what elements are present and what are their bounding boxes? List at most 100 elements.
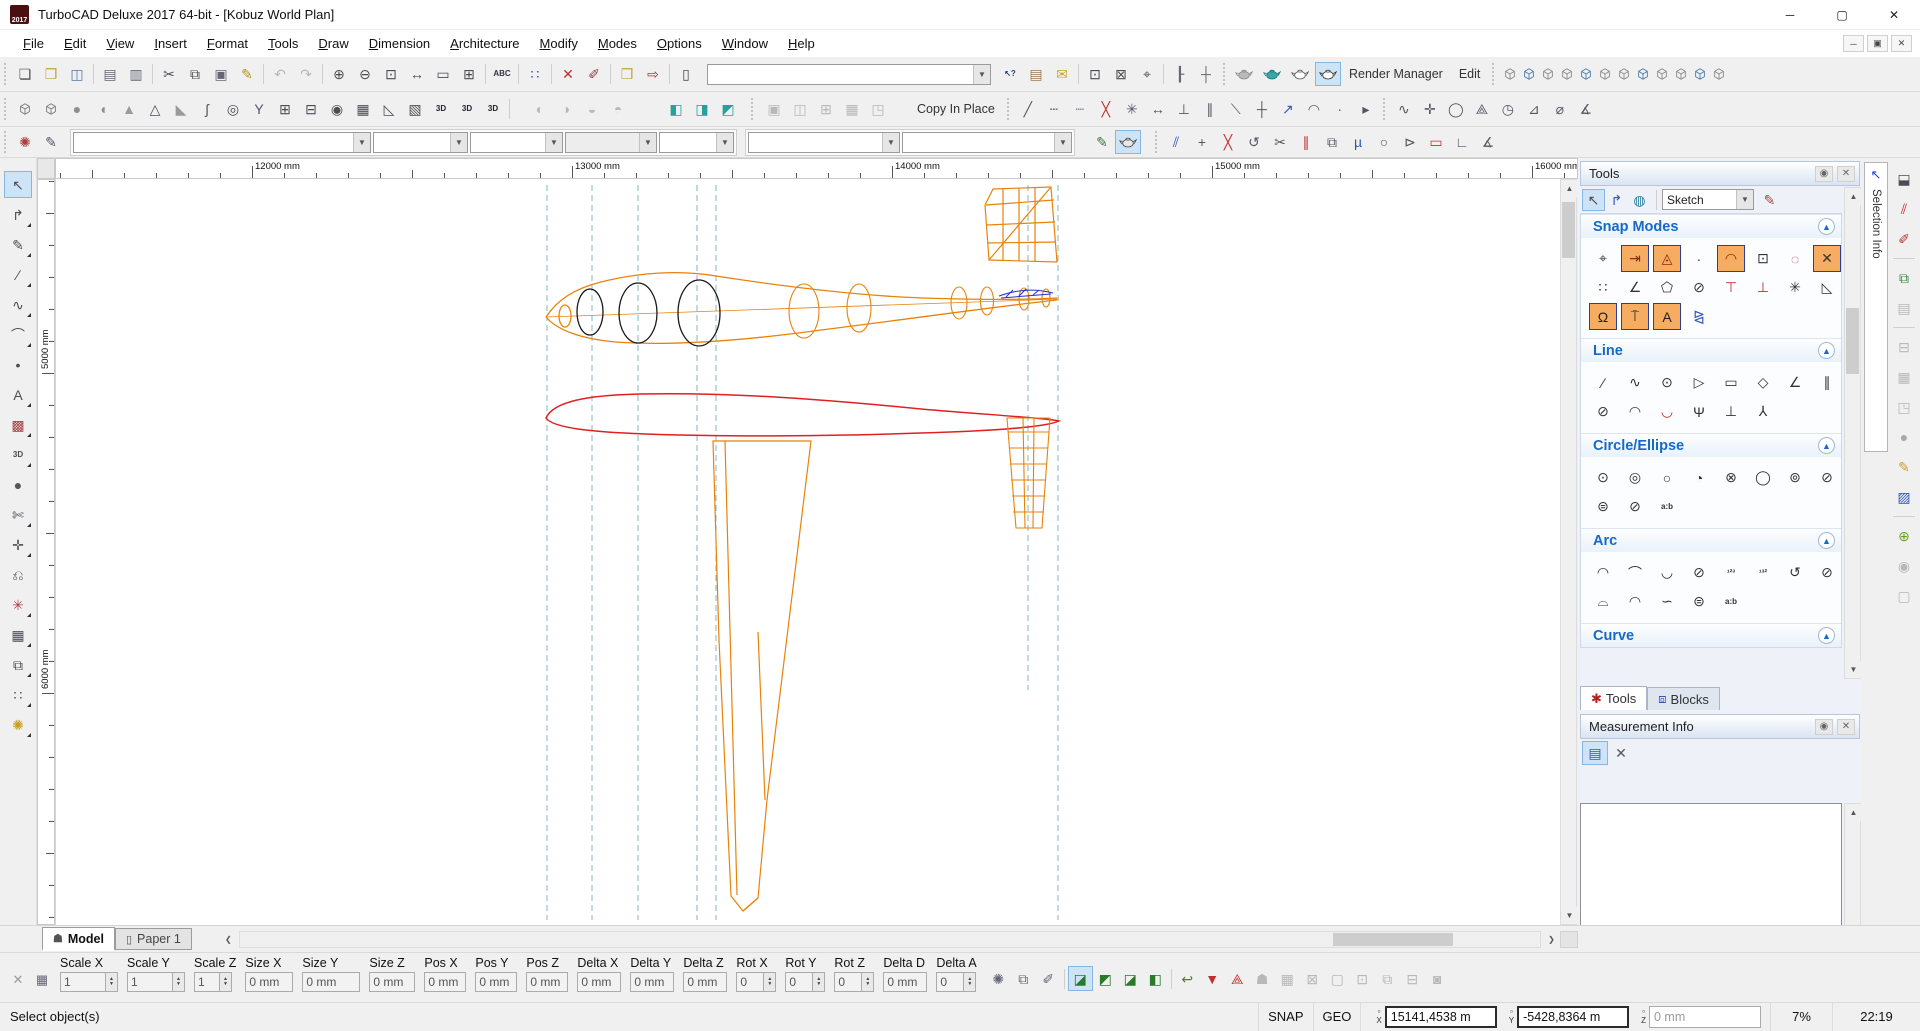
arc-marker-icon[interactable]: ◠ <box>1301 97 1327 121</box>
polyline-3d-icon[interactable]: 3D <box>428 97 454 121</box>
spell-check-icon[interactable]: ABC <box>489 62 515 86</box>
property-combo-7[interactable]: ▼ <box>902 132 1072 153</box>
fork-line-icon[interactable]: ⅄ <box>1749 398 1777 425</box>
menu-window[interactable]: Window <box>712 32 778 55</box>
select-mode-icon[interactable]: ⊡ <box>1082 62 1108 86</box>
section-header-circle-ellipse[interactable]: Circle/Ellipse ▲ <box>1581 433 1841 457</box>
drawing-canvas[interactable] <box>55 179 1560 925</box>
send-mail-icon[interactable]: ✉ <box>1049 62 1075 86</box>
workplane-np-icon[interactable]: ◪ <box>1118 966 1143 991</box>
multiline-icon[interactable]: ∿ <box>1621 369 1649 396</box>
dash-pattern-icon[interactable]: ┄ <box>1041 97 1067 121</box>
copy-tool-icon[interactable]: ⧉ <box>1319 130 1345 154</box>
scroll-down-icon[interactable]: ▼ <box>1845 661 1862 678</box>
property-combo-1[interactable]: ▼ <box>73 132 371 153</box>
chevron-down-icon[interactable]: ▼ <box>639 133 656 152</box>
panel-globe-icon[interactable]: ◍ <box>1628 189 1651 211</box>
scroll-up-icon[interactable]: ▲ <box>1845 804 1862 821</box>
center-point-circle-icon[interactable]: ⊙ <box>1589 464 1617 491</box>
workplane-f-icon[interactable]: ◧ <box>1143 966 1168 991</box>
undo-icon[interactable]: ↶ <box>267 62 293 86</box>
rect-modify-icon[interactable]: ▭ <box>1423 130 1449 154</box>
toolbar-grip[interactable] <box>751 98 757 120</box>
chevron-down-icon[interactable]: ▼ <box>353 133 370 152</box>
draft-render-icon[interactable] <box>1287 62 1313 86</box>
open-file-icon[interactable]: ❐ <box>38 62 64 86</box>
arrow-ne-icon[interactable]: ↗ <box>1275 97 1301 121</box>
parallel-mark-icon[interactable]: ∥ <box>1197 97 1223 121</box>
viewport-4-icon[interactable]: ⊞ <box>813 97 839 121</box>
collapse-chevron-icon[interactable]: ▲ <box>1818 532 1835 549</box>
pen-style-icon[interactable]: ✎ <box>1089 130 1115 154</box>
snap-circle-center-icon[interactable]: ◌ <box>1781 245 1809 272</box>
tab-paper-1[interactable]: ▯ Paper 1 <box>115 928 192 950</box>
star-marker-icon[interactable]: ✳ <box>1119 97 1145 121</box>
trim-tool-icon[interactable]: ✂ <box>1267 130 1293 154</box>
cone-tool-icon[interactable]: ▲ <box>116 97 142 121</box>
property-combo-4[interactable]: ▼ <box>565 132 657 153</box>
workplane-wp-icon[interactable]: ◩ <box>1093 966 1118 991</box>
toolbar-grip[interactable] <box>1223 63 1229 85</box>
angled-line-icon[interactable]: ∠ <box>1781 369 1809 396</box>
toolbar-grip[interactable] <box>4 63 10 85</box>
select-arrow-icon[interactable]: ↖ <box>4 171 32 198</box>
copy-icon[interactable]: ⧉ <box>182 62 208 86</box>
two-point-circle-icon[interactable]: ○ <box>1653 464 1681 491</box>
menu-modes[interactable]: Modes <box>588 32 647 55</box>
blank-page-icon[interactable]: ▯ <box>673 62 699 86</box>
field-scale-z-input[interactable] <box>194 972 220 992</box>
paint-drop-icon[interactable]: ▼ <box>1200 966 1225 991</box>
lamp-icon[interactable]: ✺ <box>4 711 32 738</box>
cross-marker-icon[interactable]: ╳ <box>1093 97 1119 121</box>
table-dot-icon[interactable]: ▦ <box>1275 966 1300 991</box>
redline-pen-icon[interactable]: ✐ <box>1891 226 1917 252</box>
view-cube-icon[interactable] <box>1614 62 1633 86</box>
sphere-palette-icon[interactable]: ● <box>1891 424 1917 450</box>
snap-face-center-icon[interactable]: ⊡ <box>1749 245 1777 272</box>
snap-toggle[interactable]: SNAP <box>1258 1003 1312 1031</box>
menu-format[interactable]: Format <box>197 32 258 55</box>
spinner[interactable]: ▲▼ <box>106 972 118 992</box>
snap-middle-v-icon[interactable]: ⊤ <box>1717 274 1745 301</box>
section-header-arc[interactable]: Arc ▲ <box>1581 528 1841 552</box>
slice-tool-icon[interactable]: ✄ <box>4 501 32 528</box>
tab-tools[interactable]: ✱ Tools <box>1580 686 1647 710</box>
sphere-tool-icon[interactable]: ● <box>64 97 90 121</box>
box-b-icon[interactable]: ⊡ <box>1350 966 1375 991</box>
polygon-vertex-icon[interactable]: ▷ <box>1685 369 1713 396</box>
hemisphere-tool-icon[interactable]: ◖ <box>90 97 116 121</box>
magnetic-point-icon[interactable]: Ω <box>1589 303 1617 330</box>
explode-icon[interactable]: ✳ <box>4 591 32 618</box>
view-cube-icon[interactable] <box>1709 62 1728 86</box>
snap-rays-icon[interactable]: ✳ <box>1781 274 1809 301</box>
menu-file[interactable]: File <box>13 32 54 55</box>
toolbar-grip[interactable] <box>4 131 10 153</box>
scrollbar-thumb[interactable] <box>1333 933 1453 946</box>
vertical-ruler[interactable]: 5000 mm6000 mm <box>37 179 55 925</box>
rotated-arc-icon[interactable]: ↺ <box>1781 559 1809 586</box>
line-pattern-icon[interactable]: ╱ <box>1015 97 1041 121</box>
workplane-view-icon[interactable]: ◪ <box>1068 966 1093 991</box>
tab-model[interactable]: ☗ Model <box>42 927 115 951</box>
three-point-circle-icon[interactable]: ◔ <box>1685 464 1713 491</box>
facet-intersect-icon[interactable]: ◩ <box>715 97 741 121</box>
style-manager-icon[interactable]: ✎ <box>38 130 64 154</box>
collapse-chevron-icon[interactable]: ▲ <box>1818 437 1835 454</box>
boolean-slice-icon[interactable]: ◓ <box>605 97 631 121</box>
view-cube-icon[interactable] <box>1500 62 1519 86</box>
tan-entities-circle-icon[interactable]: ⊘ <box>1813 464 1841 491</box>
field-scale-y-input[interactable] <box>127 972 173 992</box>
ellipse-icon[interactable]: ⊜ <box>1589 493 1617 520</box>
new-file-icon[interactable]: ❏ <box>12 62 38 86</box>
selection-info-tab[interactable]: ↖ Selection Info <box>1864 162 1888 452</box>
collapse-chevron-icon[interactable]: ▲ <box>1818 342 1835 359</box>
tab-blocks[interactable]: ⧈ Blocks <box>1647 687 1720 710</box>
scrollbar-thumb[interactable] <box>1846 308 1859 374</box>
polygon-center-icon[interactable]: ⊙ <box>1653 369 1681 396</box>
field-pos-z-input[interactable] <box>526 972 568 992</box>
sphere-view-icon[interactable]: ● <box>4 471 32 498</box>
scroll-up-icon[interactable]: ▲ <box>1561 180 1578 197</box>
grid-toggle-icon[interactable]: ∷ <box>522 62 548 86</box>
wedge-tool-icon[interactable]: ◣ <box>168 97 194 121</box>
spline-3d-icon[interactable]: 3D <box>480 97 506 121</box>
